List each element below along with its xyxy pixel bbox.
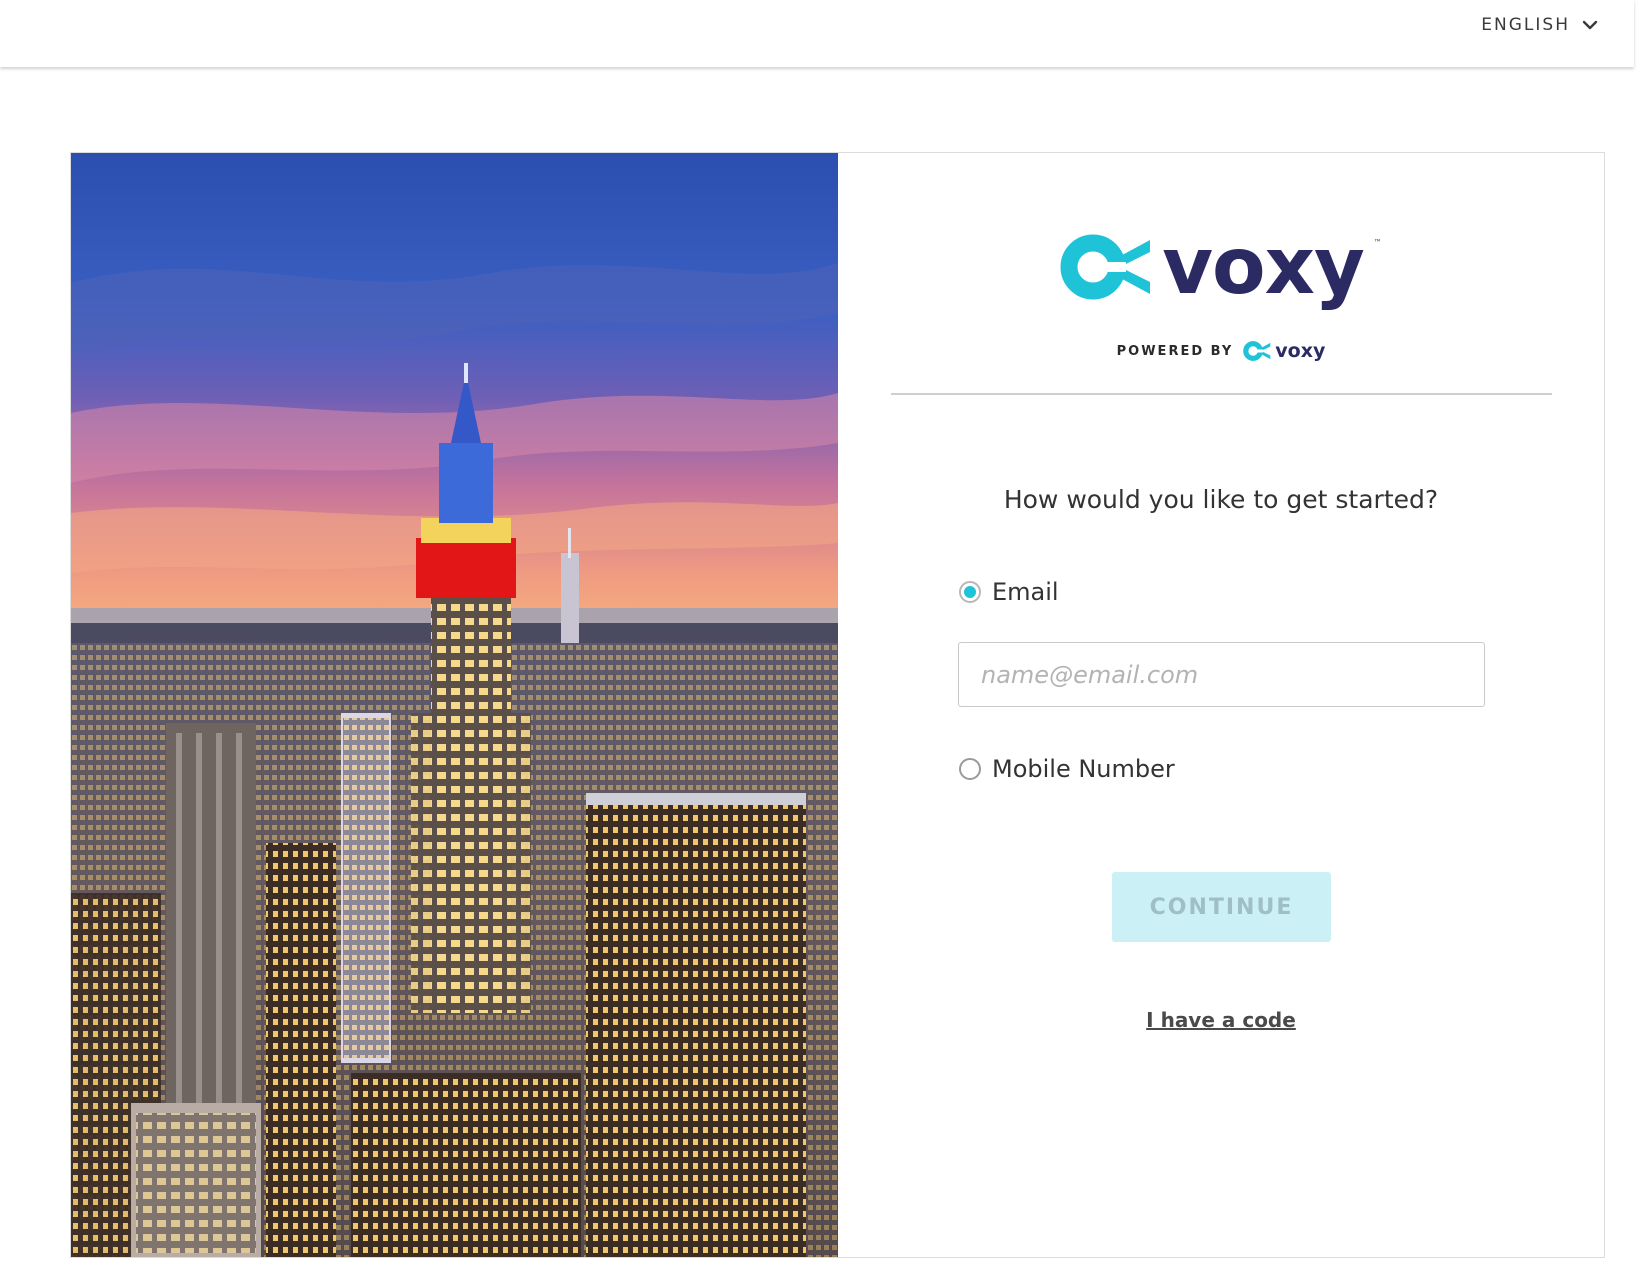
language-label: ENGLISH [1481,15,1570,35]
mobile-radio[interactable] [959,758,981,780]
top-bar: ENGLISH [0,0,1634,67]
signin-panel: voxy ™ POWERED BY voxy How would you lik… [838,153,1604,1257]
voxy-small-mark-icon [1243,341,1271,361]
divider [891,393,1552,395]
powered-by-wordmark: voxy [1275,340,1326,362]
language-selector[interactable]: ENGLISH [1481,15,1598,35]
mobile-option[interactable]: Mobile Number [959,755,1175,783]
powered-by: POWERED BY voxy [838,340,1604,362]
signin-card: voxy ™ POWERED BY voxy How would you lik… [70,152,1605,1258]
chevron-down-icon [1582,20,1598,30]
trademark-symbol: ™ [1373,238,1382,247]
email-input[interactable] [958,642,1485,707]
get-started-question: How would you like to get started? [1003,485,1439,514]
powered-by-label: POWERED BY [1116,343,1234,359]
email-radio[interactable] [959,581,981,603]
city-skyline-photo [71,153,838,1257]
continue-button[interactable]: CONTINUE [1112,872,1331,942]
i-have-a-code-link[interactable]: I have a code [838,1008,1604,1032]
logo-wordmark: voxy [1162,222,1365,312]
email-option[interactable]: Email [959,578,1059,606]
email-option-label: Email [992,578,1059,606]
voxy-logo: voxy ™ [838,228,1604,306]
voxy-mark-icon [1060,234,1151,300]
mobile-option-label: Mobile Number [992,755,1175,783]
